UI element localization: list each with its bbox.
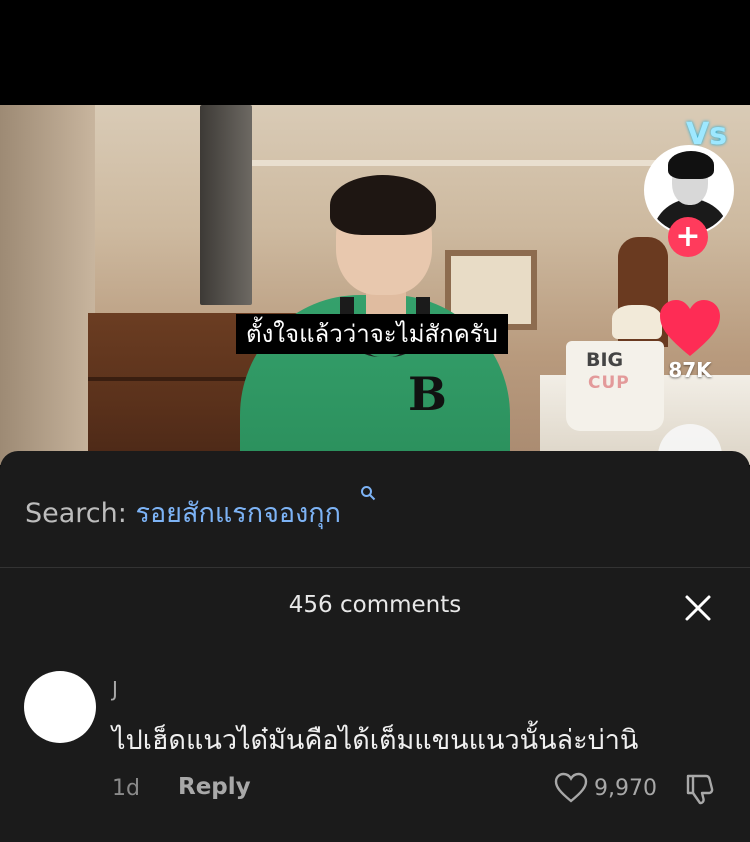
heart-icon[interactable] bbox=[658, 298, 722, 358]
search-term[interactable]: รอยสักแรกจองกุก bbox=[135, 498, 341, 529]
cup-label-cup: CUP bbox=[588, 373, 630, 393]
television bbox=[200, 105, 252, 305]
ceiling-molding bbox=[230, 160, 670, 166]
comment-text: ไปเฮ็ดแนวได๋มันคือได้เต็มแขนแนวนั้นล่ะบ่… bbox=[112, 725, 639, 756]
video-subtitle: ตั้งใจแล้วว่าจะไม่สักครับ bbox=[236, 314, 508, 354]
wall bbox=[0, 105, 95, 465]
commenter-avatar[interactable] bbox=[24, 671, 96, 743]
search-label: Search: bbox=[25, 498, 127, 529]
person-hair bbox=[330, 175, 436, 235]
jacket-letter: B bbox=[408, 367, 447, 421]
like-count: 87K bbox=[668, 358, 712, 382]
search-icon bbox=[361, 486, 376, 501]
heart-outline-icon[interactable] bbox=[554, 772, 588, 804]
commenter-username[interactable]: J bbox=[112, 677, 118, 701]
video-player[interactable]: BIG CUP B bbox=[0, 105, 750, 465]
close-icon[interactable] bbox=[682, 592, 714, 624]
avatar-hair bbox=[668, 151, 714, 179]
lamp bbox=[612, 305, 662, 339]
thumbs-down-icon[interactable] bbox=[684, 772, 718, 806]
reply-button[interactable]: Reply bbox=[178, 774, 251, 800]
cup-label-big: BIG bbox=[586, 349, 624, 371]
comment-timestamp: 1d bbox=[112, 776, 140, 801]
follow-button[interactable]: + bbox=[668, 217, 708, 257]
divider bbox=[0, 567, 750, 568]
comment-like-count: 9,970 bbox=[594, 776, 657, 801]
search-suggestion[interactable]: Search: รอยสักแรกจองกุก bbox=[25, 486, 376, 534]
comments-count-title: 456 comments bbox=[288, 592, 462, 618]
